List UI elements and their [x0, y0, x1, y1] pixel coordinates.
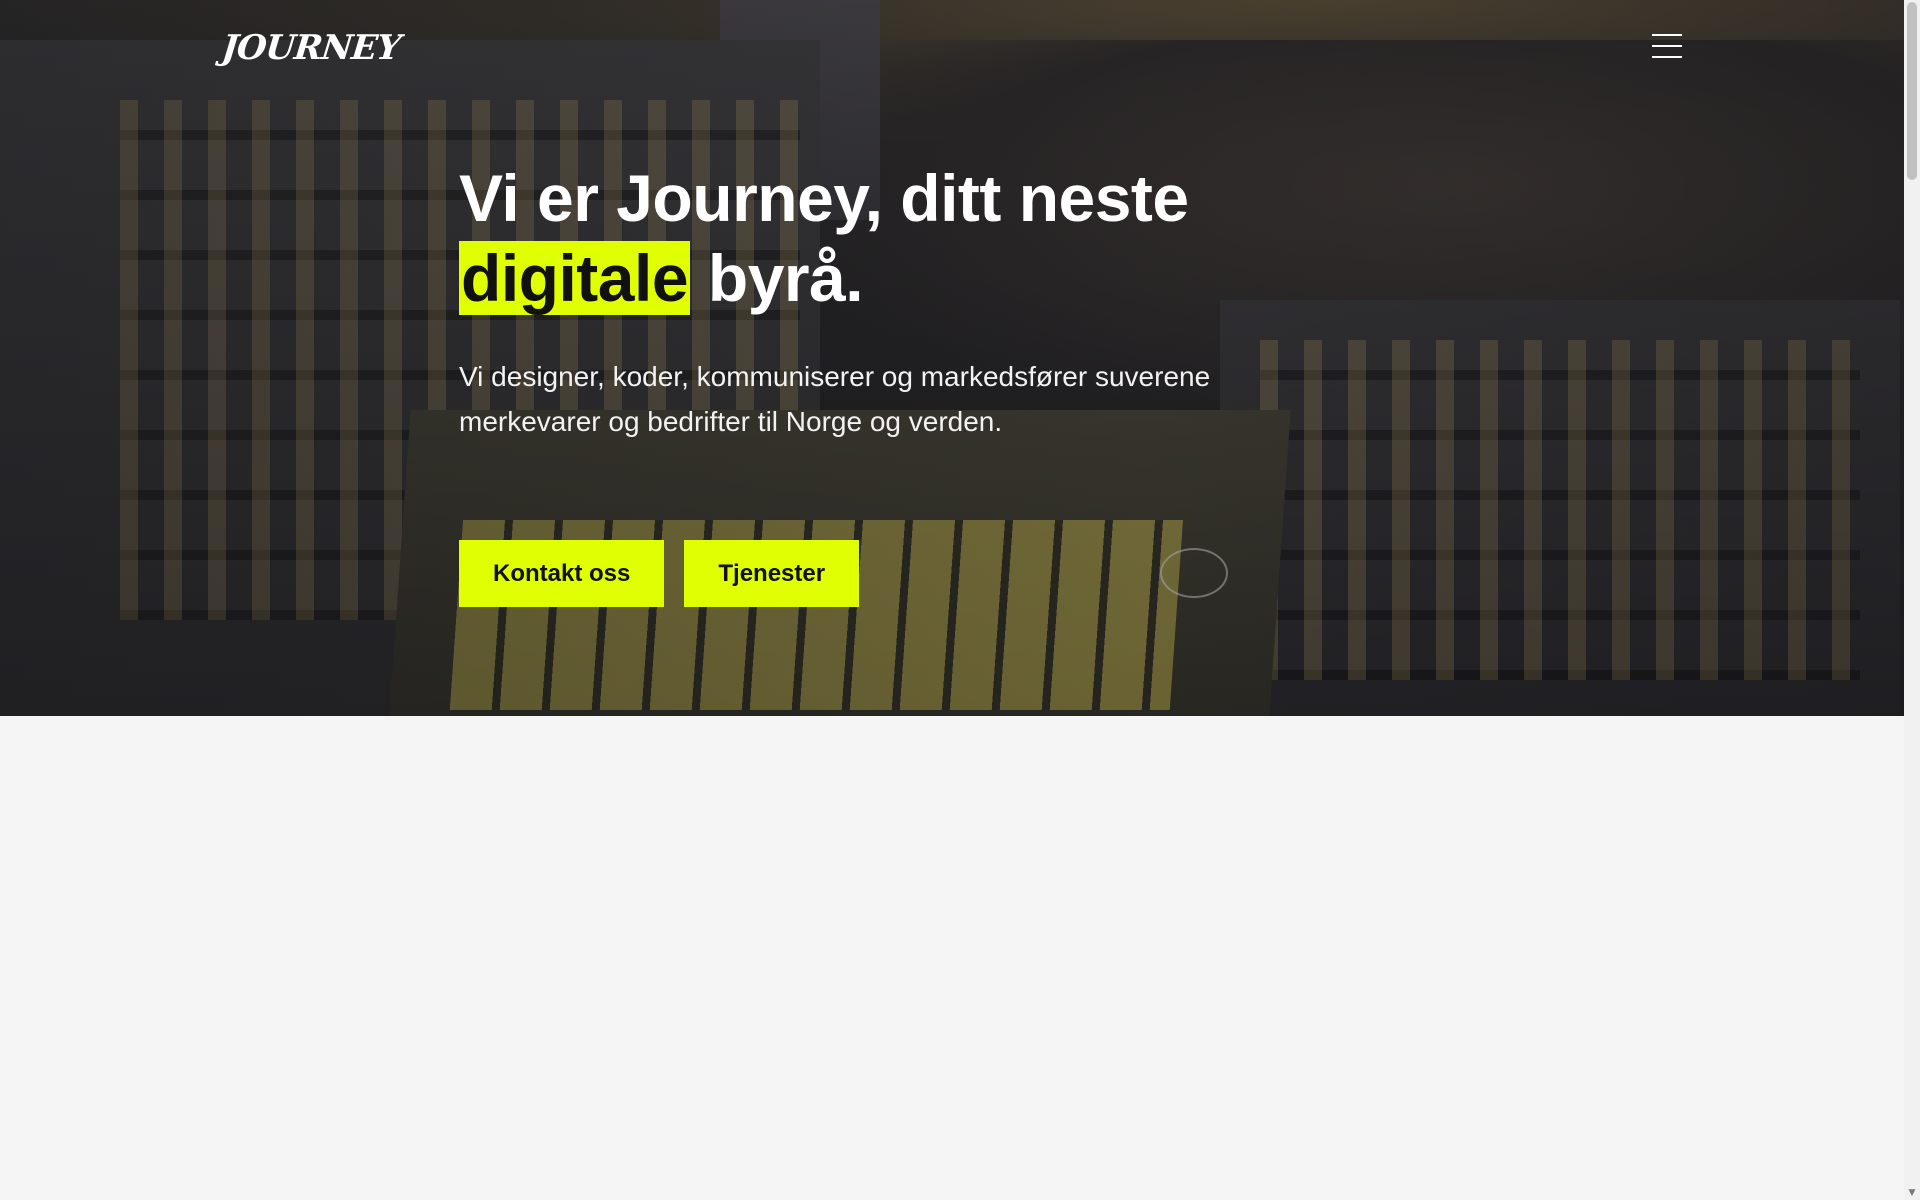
scroll-down-icon[interactable]: ▼	[1904, 1186, 1920, 1200]
hero-title: Vi er Journey, ditt neste digitale byrå.	[459, 158, 1359, 318]
services-button[interactable]: Tjenester	[684, 540, 860, 607]
hero-content: Vi er Journey, ditt neste digitale byrå.…	[459, 158, 1359, 607]
site-header: JOURNEY	[0, 0, 1904, 100]
hero-buttons: Kontakt oss Tjenester	[459, 540, 1359, 607]
hamburger-menu-icon[interactable]	[1652, 34, 1682, 58]
menu-bar	[1652, 45, 1682, 47]
hero-section: JOURNEY Vi er Journey, ditt neste digita…	[0, 0, 1904, 716]
hero-title-highlight: digitale	[459, 241, 691, 315]
menu-bar	[1652, 34, 1682, 36]
menu-bar	[1652, 56, 1682, 58]
contact-button[interactable]: Kontakt oss	[459, 540, 665, 607]
hero-title-start: Vi er Journey, ditt neste	[459, 161, 1189, 235]
vertical-scrollbar[interactable]: ▲ ▼	[1904, 0, 1920, 1200]
scrollbar-thumb[interactable]	[1907, 2, 1917, 180]
hero-lead-text: Vi designer, koder, kommuniserer og mark…	[459, 361, 1211, 437]
hero-title-end: byrå.	[707, 241, 864, 315]
journey-logo[interactable]: JOURNEY	[220, 28, 402, 68]
